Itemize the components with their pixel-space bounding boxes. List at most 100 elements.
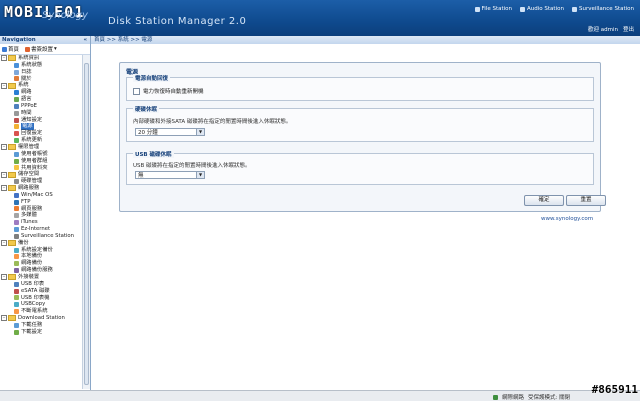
file-station-link[interactable]: File Station — [474, 6, 512, 12]
nav-item[interactable]: 網路備份服務 — [0, 267, 82, 274]
folder-icon — [8, 274, 16, 281]
nav-item[interactable]: iTunes — [0, 219, 82, 226]
nav-item[interactable]: 系統更新 — [0, 137, 82, 144]
nav-folder[interactable]: − 外接裝置 — [0, 274, 82, 281]
sidebar-scrollbar[interactable] — [82, 55, 90, 389]
synology-website-link[interactable]: www.synology.com — [541, 216, 593, 222]
hdd-hibernation-group: 硬碟休眠 內部硬碟和外接SATA 磁碟將在指定的閒置時間後進入休眠狀態。 20 … — [126, 105, 594, 142]
nav-item[interactable]: 下載任務 — [0, 322, 82, 329]
nav-item[interactable]: USB 印表 — [0, 281, 82, 288]
nav-item-icon — [14, 233, 19, 239]
ok-button[interactable]: 確定 — [524, 195, 564, 206]
collapse-icon[interactable]: « — [83, 36, 87, 44]
watermark: #865911 — [591, 383, 638, 396]
nav-item-label: 時間 — [21, 109, 32, 116]
audio-station-link[interactable]: Audio Station — [520, 6, 564, 12]
nav-item[interactable]: 不斷電系統 — [0, 308, 82, 315]
folder-icon — [8, 55, 16, 62]
bookmark-button[interactable]: 書簽設置 ▾ — [25, 45, 57, 53]
usb-hibernation-desc: USB 磁碟將在指定的閒置時間後進入休眠狀態。 — [133, 163, 251, 169]
nav-item-label: 權限管理 — [18, 143, 40, 150]
hdd-hibernation-select[interactable]: 20 分鐘 ▼ — [135, 128, 205, 136]
nav-item[interactable]: Win/Mac OS — [0, 192, 82, 199]
nav-item[interactable]: PPPoE — [0, 103, 82, 110]
home-button[interactable]: 首頁 — [2, 45, 19, 53]
nav-item-label: 下載設定 — [21, 328, 43, 335]
nav-folder[interactable]: − 網路服務 — [0, 185, 82, 192]
surveillance-station-icon — [571, 6, 577, 12]
nav-item[interactable]: Surveillance Station — [0, 233, 82, 240]
nav-item[interactable]: 日誌 — [0, 69, 82, 76]
hdd-hibernation-legend: 硬碟休眠 — [133, 105, 160, 113]
folder-icon — [8, 315, 16, 322]
nav-item-label: Surveillance Station — [21, 232, 74, 239]
browser-status-bar: 網際網路 受保護模式: 關閉 — [0, 390, 640, 401]
auto-restart-option[interactable]: 電力恢復時自動重新開機 — [133, 87, 204, 95]
nav-item[interactable]: 語言 — [0, 96, 82, 103]
nav-item[interactable]: eSATA 磁碟 — [0, 288, 82, 295]
nav-folder[interactable]: − 系統 — [0, 82, 82, 89]
nav-item[interactable]: 共用資料夾 — [0, 165, 82, 172]
usb-hibernation-legend: USB 磁碟休眠 — [133, 150, 174, 158]
tree-toggle-icon[interactable]: − — [1, 82, 7, 89]
nav-item[interactable]: 系統狀態 — [0, 62, 82, 69]
hdd-hibernation-desc: 內部硬碟和外接SATA 磁碟將在指定的閒置時間後進入休眠狀態。 — [133, 119, 292, 125]
tree-toggle-icon[interactable]: − — [1, 55, 7, 62]
nav-item-icon — [14, 165, 19, 171]
nav-item-icon — [14, 62, 19, 68]
nav-item[interactable]: 下載設定 — [0, 329, 82, 336]
tree-toggle-icon[interactable]: − — [1, 144, 7, 151]
nav-folder[interactable]: − 備份 — [0, 240, 82, 247]
nav-header: Navigation « — [0, 36, 90, 44]
usb-hibernation-select[interactable]: 無 ▼ — [135, 171, 205, 179]
nav-item-label: 語言 — [21, 96, 32, 103]
nav-item[interactable]: 多媒體 — [0, 212, 82, 219]
auto-restart-group: 電源自動回復 電力恢復時自動重新開機 — [126, 74, 594, 101]
nav-item[interactable]: 時間 — [0, 110, 82, 117]
scroll-thumb[interactable] — [84, 63, 89, 385]
folder-icon — [8, 144, 16, 151]
nav-item[interactable]: 網路 — [0, 89, 82, 96]
nav-tree: − 系統資訊 系統狀態 日誌 關於 − 系統 網路 語言 PPPoE 時間 通知設定 電源 回復設定 系統更… — [0, 55, 82, 390]
usb-hibernation-group: USB 磁碟休眠 USB 磁碟將在指定的閒置時間後進入休眠狀態。 無 ▼ — [126, 150, 594, 185]
nav-item-label: Win/Mac OS — [21, 191, 53, 198]
nav-item-label: 多媒體 — [21, 212, 37, 219]
chevron-down-icon[interactable]: ▼ — [196, 129, 204, 135]
nav-item-label: 系統更新 — [21, 137, 43, 144]
nav-item-label: 備份 — [18, 239, 29, 246]
navigation-sidebar: Navigation « 首頁 書簽設置 ▾ − 系統資訊 系統狀態 日誌 關於 − 系統 網路… — [0, 36, 91, 390]
auto-restart-checkbox[interactable] — [133, 87, 140, 95]
tree-toggle-icon[interactable]: − — [1, 240, 7, 247]
nav-item-icon — [14, 206, 19, 212]
reset-button[interactable]: 重置 — [566, 195, 606, 206]
tree-toggle-icon[interactable]: − — [1, 185, 7, 192]
folder-icon — [8, 185, 16, 192]
top-links: File Station Audio Station Surveillance … — [474, 6, 634, 12]
nav-item[interactable]: 使用者帳號 — [0, 151, 82, 158]
synology-logo: Synology — [42, 10, 88, 21]
nav-item[interactable]: 網頁服務 — [0, 206, 82, 213]
nav-item[interactable]: 關於 — [0, 76, 82, 83]
breadcrumb: 首頁 >> 系統 >> 電源 — [91, 36, 640, 44]
surveillance-station-link[interactable]: Surveillance Station — [571, 6, 634, 12]
nav-item-label: USB 印表 — [21, 280, 45, 287]
tree-toggle-icon[interactable]: − — [1, 171, 7, 178]
tree-toggle-icon[interactable]: − — [1, 315, 7, 322]
nav-item-icon — [14, 76, 19, 82]
nav-item-label: eSATA 磁碟 — [21, 287, 50, 294]
nav-item-icon — [14, 179, 19, 185]
nav-folder[interactable]: − Download Station — [0, 315, 82, 322]
nav-folder[interactable]: − 權限管理 — [0, 144, 82, 151]
nav-item[interactable]: USB 印表機 — [0, 295, 82, 302]
nav-item[interactable]: Ez-Internet — [0, 226, 82, 233]
nav-item[interactable]: 硬碟管理 — [0, 178, 82, 185]
chevron-down-icon[interactable]: ▼ — [196, 172, 204, 178]
nav-item[interactable]: 通知設定 — [0, 117, 82, 124]
nav-item[interactable]: FTP — [0, 199, 82, 206]
nav-folder[interactable]: − 系統資訊 — [0, 55, 82, 62]
tree-toggle-icon[interactable]: − — [1, 274, 7, 281]
nav-item-icon — [14, 158, 19, 164]
nav-item-icon — [14, 247, 19, 253]
logout-link[interactable]: 登出 — [623, 25, 634, 33]
nav-item[interactable]: 使用者群組 — [0, 158, 82, 165]
